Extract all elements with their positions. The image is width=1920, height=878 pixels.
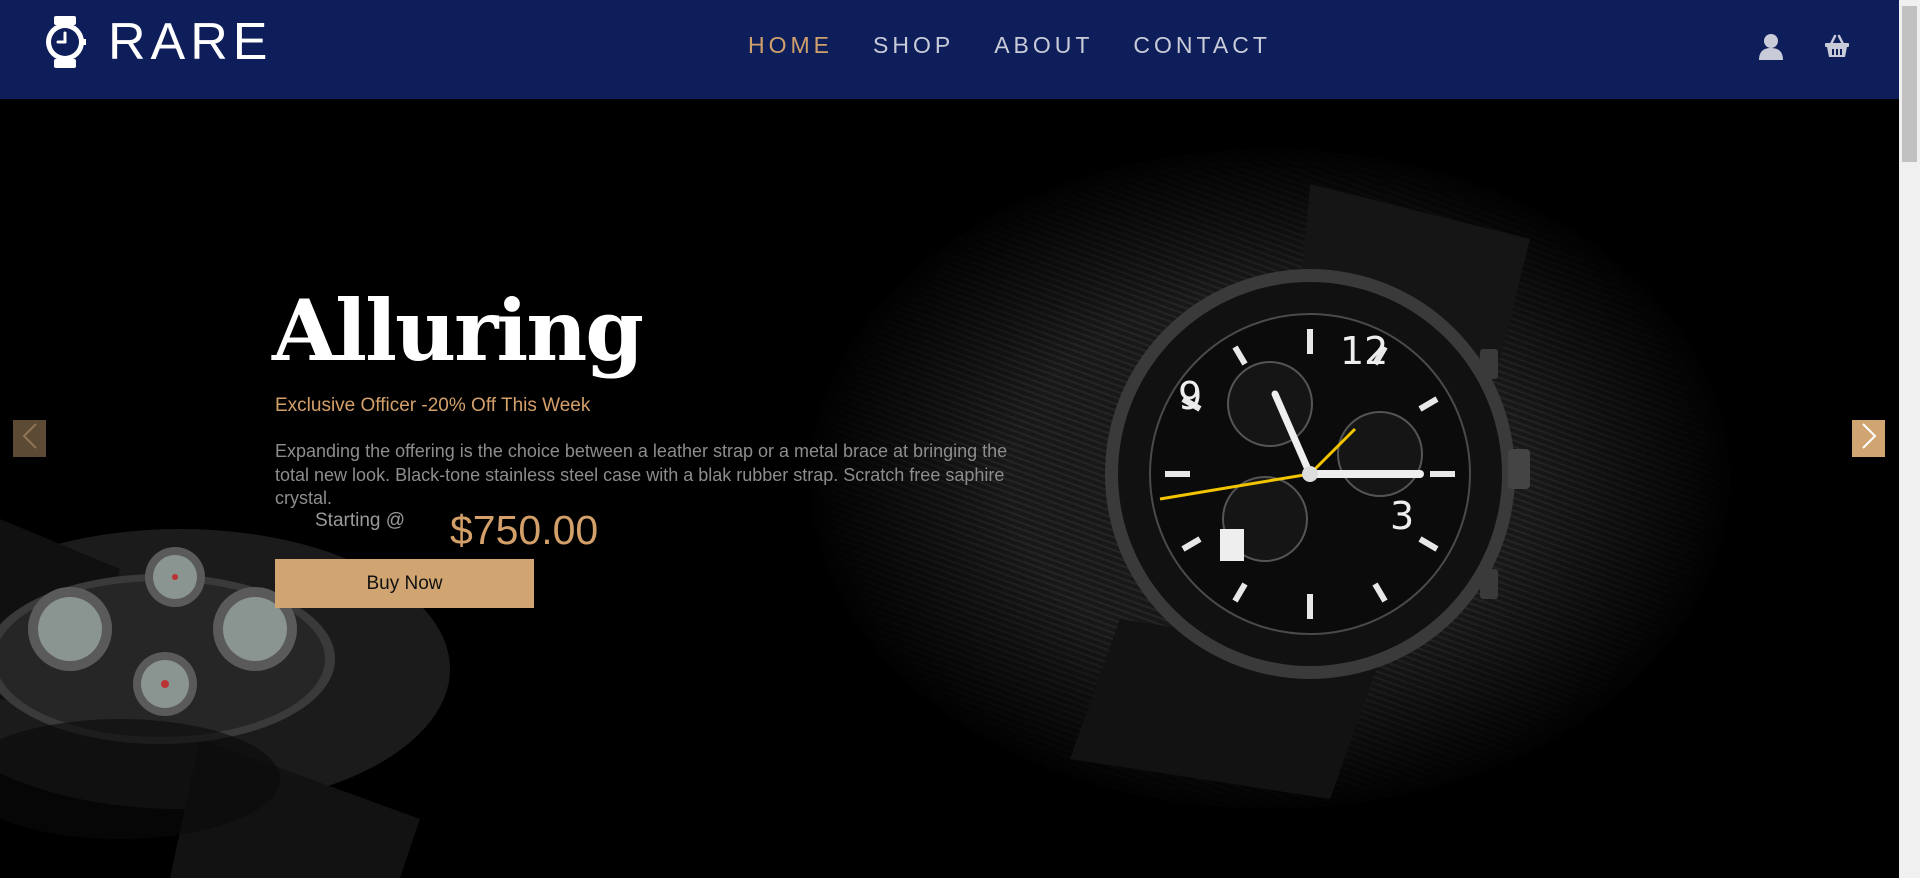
hero-description: Expanding the offering is the choice bet… bbox=[275, 441, 1008, 508]
nav-about[interactable]: ABOUT bbox=[994, 34, 1093, 57]
buy-now-button[interactable]: Buy Now bbox=[275, 559, 534, 608]
chevron-left-icon bbox=[22, 422, 38, 455]
svg-text:9: 9 bbox=[1178, 374, 1202, 418]
user-icon[interactable] bbox=[1758, 33, 1784, 61]
main-nav: HOME SHOP ABOUT CONTACT bbox=[748, 34, 1311, 57]
nav-shop[interactable]: SHOP bbox=[873, 34, 954, 57]
hero-title: Alluring bbox=[272, 281, 644, 380]
brand-name: RARE bbox=[108, 13, 273, 71]
chevron-right-icon bbox=[1861, 422, 1877, 455]
hero-slider: 12 3 9 Alluring Exclusive Officer -20% O… bbox=[0, 99, 1899, 878]
hero-price: $750.00 bbox=[450, 507, 599, 553]
nav-contact[interactable]: CONTACT bbox=[1133, 34, 1270, 57]
svg-text:3: 3 bbox=[1390, 494, 1414, 538]
brand-logo[interactable]: RARE bbox=[44, 16, 272, 68]
carousel-next-button[interactable] bbox=[1852, 420, 1885, 457]
page-scrollbar[interactable] bbox=[1899, 0, 1920, 878]
scrollbar-thumb[interactable] bbox=[1902, 6, 1917, 162]
watch-icon bbox=[44, 16, 86, 68]
starting-label: Starting @ bbox=[315, 510, 406, 531]
site-header: RARE HOME SHOP ABOUT CONTACT bbox=[0, 0, 1899, 99]
carousel-prev-button[interactable] bbox=[13, 420, 46, 457]
basket-icon[interactable] bbox=[1824, 33, 1850, 61]
svg-text:12: 12 bbox=[1340, 329, 1388, 373]
hero-tagline: Exclusive Officer -20% Off This Week bbox=[275, 395, 591, 416]
nav-home[interactable]: HOME bbox=[748, 34, 833, 57]
